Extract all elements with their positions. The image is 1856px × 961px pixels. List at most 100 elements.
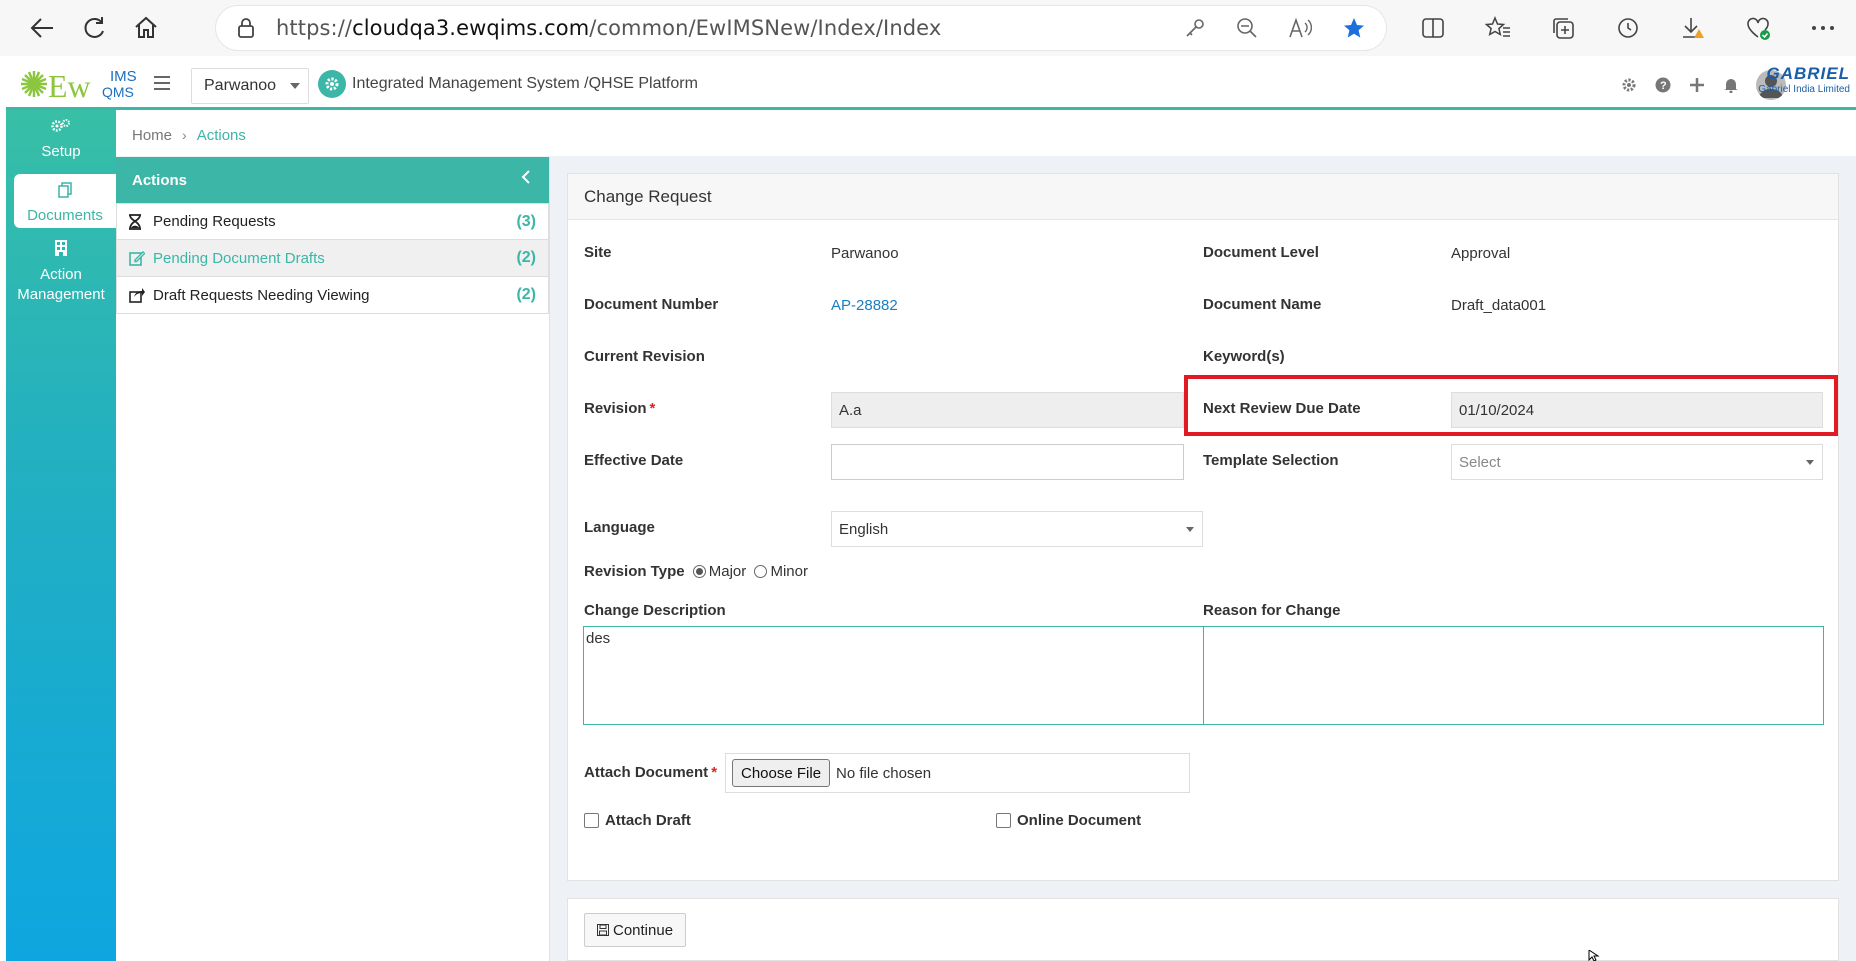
lock-icon[interactable] — [216, 17, 276, 39]
attach-draft-checkbox-group[interactable]: Attach Draft — [584, 812, 691, 829]
brand-name: GABRIEL — [1766, 64, 1850, 83]
share-icon — [129, 287, 147, 303]
action-item-count: (3) — [516, 212, 536, 230]
browser-toolbar: https://cloudqa3.ewqims.com/common/EwIMS… — [0, 0, 1856, 56]
favorites-icon[interactable] — [1465, 16, 1530, 40]
chevron-down-icon — [1806, 460, 1814, 465]
settings-icon[interactable] — [1620, 76, 1638, 94]
favorite-star-icon[interactable] — [1342, 16, 1366, 40]
refresh-icon — [84, 17, 104, 38]
revision-input[interactable]: A.a — [831, 392, 1184, 428]
required-mark: * — [649, 400, 656, 417]
action-item-count: (2) — [516, 286, 536, 303]
change-request-form: Change Request Site Parwanoo Document Le… — [567, 173, 1839, 881]
refresh-button[interactable] — [68, 6, 120, 50]
notification-bell-icon[interactable] — [1722, 76, 1740, 94]
logo-sub-text: QMS — [102, 84, 134, 100]
choose-file-button[interactable]: Choose File — [732, 759, 831, 787]
zoom-out-icon[interactable] — [1236, 17, 1258, 39]
site-label: Site — [584, 244, 612, 261]
address-bar[interactable]: https://cloudqa3.ewqims.com/common/EwIMS… — [216, 6, 1386, 50]
breadcrumb-current: Actions — [196, 126, 246, 144]
rail-item-action-management[interactable]: Action Management — [6, 240, 116, 310]
rail-item-label: Setup — [41, 143, 81, 160]
attach-draft-label: Attach Draft — [605, 812, 691, 829]
actions-panel: Actions Pending Requests (3) Pending Doc… — [116, 157, 550, 961]
site-select-value: Parwanoo — [204, 77, 277, 94]
url-text: https://cloudqa3.ewqims.com/common/EwIMS… — [276, 16, 942, 40]
platform-title: Integrated Management System /QHSE Platf… — [318, 68, 698, 100]
rail-item-documents[interactable]: Documents — [14, 174, 116, 228]
change-description-textarea[interactable]: des — [583, 626, 1205, 725]
revision-major-label: Major — [708, 563, 747, 580]
hamburger-menu-icon[interactable] — [154, 70, 170, 96]
rail-item-label: Documents — [27, 207, 103, 224]
revision-major-radio[interactable] — [692, 565, 706, 578]
action-item-pending-document-drafts[interactable]: Pending Document Drafts (2) — [116, 240, 549, 277]
action-item-count: (2) — [516, 249, 536, 266]
logo-main-text: Ew — [48, 68, 91, 104]
actions-panel-title: Actions — [132, 171, 188, 189]
gears-icon — [6, 118, 116, 139]
continue-button[interactable]: Continue — [584, 913, 687, 947]
online-document-checkbox[interactable] — [996, 813, 1011, 828]
edit-icon — [129, 250, 147, 266]
effective-date-input[interactable] — [831, 444, 1184, 480]
chevron-left-icon[interactable] — [521, 169, 531, 190]
add-icon[interactable] — [1688, 76, 1706, 94]
breadcrumb: Home › Actions — [116, 114, 1856, 156]
document-name-label: Document Name — [1203, 296, 1322, 313]
help-icon[interactable]: ? — [1654, 76, 1672, 94]
online-document-label: Online Document — [1017, 812, 1142, 829]
rail-item-setup[interactable]: Setup — [6, 118, 116, 164]
logo-top-text: IMS — [110, 68, 137, 85]
continue-button-label: Continue — [613, 921, 674, 939]
breadcrumb-home[interactable]: Home — [132, 127, 172, 144]
history-icon[interactable] — [1595, 16, 1660, 40]
required-mark: * — [711, 764, 718, 781]
attach-document-label: Attach Document * — [584, 764, 718, 781]
action-item-label: Draft Requests Needing Viewing — [153, 286, 370, 304]
language-select[interactable]: English — [831, 511, 1203, 547]
no-file-chosen-text: No file chosen — [836, 764, 932, 782]
chevron-down-icon — [1186, 527, 1194, 532]
action-item-pending-requests[interactable]: Pending Requests (3) — [116, 203, 549, 240]
company-brand: GABRIEL Gabriel India Limited — [1758, 64, 1850, 95]
action-item-draft-requests-needing-viewing[interactable]: Draft Requests Needing Viewing (2) — [116, 277, 549, 314]
reason-for-change-textarea[interactable] — [1203, 626, 1824, 725]
app-logo[interactable]: Ew IMS QMS — [18, 64, 142, 104]
read-aloud-icon[interactable] — [1288, 17, 1312, 39]
form-footer: Continue — [567, 898, 1839, 961]
document-level-label: Document Level — [1203, 244, 1319, 261]
save-icon — [597, 924, 609, 936]
revision-minor-label: Minor — [770, 563, 808, 580]
template-selection-label: Template Selection — [1203, 452, 1339, 469]
reason-for-change-label: Reason for Change — [1203, 602, 1341, 619]
home-icon — [135, 16, 157, 38]
more-menu-icon[interactable] — [1790, 25, 1855, 31]
online-document-checkbox-group[interactable]: Online Document — [996, 812, 1141, 829]
hourglass-icon — [129, 213, 147, 230]
revision-minor-radio[interactable] — [754, 565, 768, 578]
current-revision-label: Current Revision — [584, 348, 705, 365]
highlight-box — [1184, 375, 1838, 436]
template-selection-placeholder: Select — [1459, 453, 1501, 471]
app-header: Ew IMS QMS Parwanoo Integrated Managemen… — [6, 56, 1856, 110]
keywords-label: Keyword(s) — [1203, 348, 1285, 365]
browser-essentials-icon[interactable] — [1725, 15, 1790, 41]
template-selection-select[interactable]: Select — [1451, 444, 1823, 480]
attach-draft-checkbox[interactable] — [584, 813, 599, 828]
back-button[interactable] — [16, 6, 68, 50]
home-button[interactable] — [120, 6, 172, 50]
site-select[interactable]: Parwanoo — [191, 68, 309, 104]
key-icon[interactable] — [1184, 17, 1206, 39]
revision-type-label: Revision Type — [584, 563, 685, 580]
revision-type-group: Revision Type Major Minor — [584, 563, 808, 580]
document-number-link[interactable]: AP-28882 — [831, 297, 898, 314]
action-item-label: Pending Requests — [153, 213, 276, 230]
attach-document-file-input[interactable]: Choose File No file chosen — [725, 753, 1190, 793]
downloads-icon[interactable] — [1660, 15, 1725, 41]
collections-icon[interactable] — [1530, 16, 1595, 40]
split-screen-icon[interactable] — [1400, 17, 1465, 39]
document-number-label: Document Number — [584, 296, 719, 313]
